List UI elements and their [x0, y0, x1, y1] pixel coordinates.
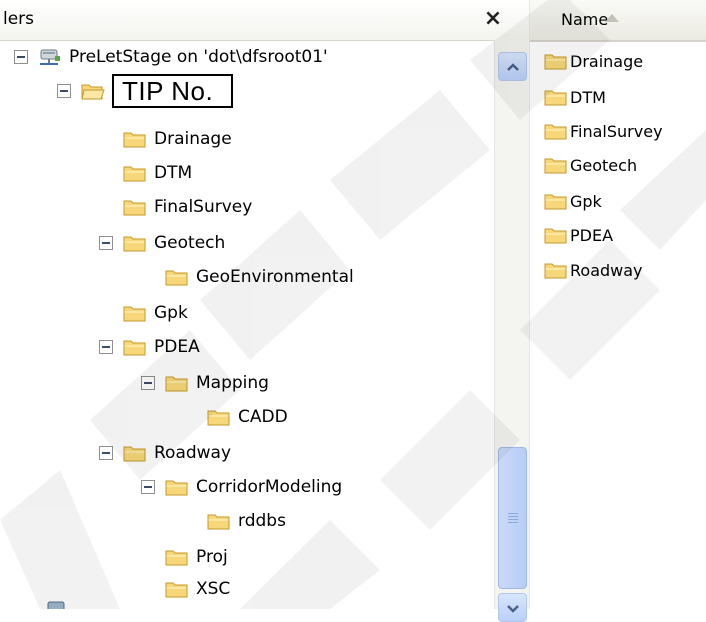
scroll-up-button[interactable] [498, 52, 527, 81]
name-column-header[interactable]: Name [530, 0, 706, 42]
tree-item-label: rddbs [238, 511, 286, 531]
folder-icon [123, 200, 146, 216]
collapse-icon[interactable] [57, 84, 71, 98]
sort-ascending-icon [605, 14, 619, 22]
folder-icon [207, 514, 230, 530]
tree-item-xsc[interactable]: XSC [165, 572, 230, 606]
list-item[interactable]: Gpk [544, 184, 602, 218]
tree-item-finalsurvey[interactable]: FinalSurvey [123, 190, 252, 224]
folder-icon [165, 582, 188, 598]
tree-item-gpk[interactable]: Gpk [123, 296, 188, 330]
list-item[interactable]: Geotech [544, 148, 637, 182]
list-item[interactable]: DTM [544, 80, 606, 114]
collapse-icon[interactable] [99, 446, 113, 460]
tree-item-label: Proj [196, 547, 228, 567]
tree-item-label: FinalSurvey [154, 197, 253, 217]
folder-icon [544, 54, 567, 70]
tree-item-label: PreLetStage on 'dot\dfsroot01' [69, 47, 328, 67]
tree-item-label: Drainage [154, 129, 232, 149]
tree-item-label: Gpk [154, 303, 188, 323]
file-list-pane: Name Drainage DTM FinalSurvey Geotech Gp… [529, 0, 706, 609]
tree-item-label: DTM [154, 163, 193, 183]
tree-item-label: Geotech [154, 233, 226, 253]
tree-item-proj[interactable]: Proj [165, 540, 228, 574]
tree-item-roadway[interactable]: Roadway [99, 436, 231, 470]
folder-icon [207, 410, 230, 426]
tree-item-geotech[interactable]: Geotech [99, 226, 225, 260]
list-item-label: Drainage [570, 51, 644, 71]
folder-icon [544, 228, 567, 244]
folders-pane: lers × PreLetStage on 'dot\dfsroot01' TI… [0, 0, 530, 622]
tree-item-label: Mapping [196, 373, 269, 393]
folder-tree: PreLetStage on 'dot\dfsroot01' TIP No. D… [0, 40, 494, 609]
folder-open-icon [81, 84, 105, 100]
list-item-label: DTM [570, 87, 606, 107]
tree-item-mapping[interactable]: Mapping [141, 366, 269, 400]
folder-icon [165, 550, 188, 566]
folder-icon [123, 236, 146, 252]
list-item[interactable]: PDEA [544, 218, 613, 252]
tree-item-label: CADD [238, 407, 288, 427]
chevron-up-icon [506, 62, 519, 71]
tree-item-drainage[interactable]: Drainage [123, 122, 232, 156]
chevron-down-icon [506, 604, 519, 613]
list-item-label: Roadway [570, 260, 643, 280]
tree-item-label: Roadway [154, 443, 232, 463]
folder-icon [544, 263, 567, 279]
collapse-icon[interactable] [99, 340, 113, 354]
list-item-label: Geotech [570, 155, 638, 175]
tree-item-label: XSC [196, 579, 231, 599]
tree-item-pdea[interactable]: PDEA [99, 330, 200, 364]
list-item-label: PDEA [570, 225, 614, 245]
name-column-label: Name [561, 10, 609, 29]
tree-item-geoenvironmental[interactable]: GeoEnvironmental [165, 260, 354, 294]
tree-item-dtm[interactable]: DTM [123, 156, 192, 190]
network-drive-icon [47, 601, 65, 609]
tree-item-label: CorridorModeling [196, 477, 343, 497]
tree-item-rddbs[interactable]: rddbs [207, 504, 286, 538]
folder-icon [123, 166, 146, 182]
tree-scrollbar[interactable] [494, 40, 530, 622]
close-button[interactable]: × [479, 5, 507, 33]
tree-item-corridormodeling[interactable]: CorridorModeling [141, 470, 342, 504]
network-drive-icon [40, 49, 60, 65]
tree-item-root[interactable]: PreLetStage on 'dot\dfsroot01' [14, 40, 328, 74]
folders-pane-title: lers [3, 9, 35, 29]
collapse-icon[interactable] [14, 50, 28, 64]
folder-icon [123, 446, 146, 462]
folder-icon [123, 306, 146, 322]
collapse-icon[interactable] [99, 236, 113, 250]
folder-icon [123, 340, 146, 356]
tree-item-cadd[interactable]: CADD [207, 400, 288, 434]
folder-icon [544, 124, 567, 140]
tree-item-label: PDEA [154, 337, 200, 357]
folders-pane-header: lers × [0, 0, 529, 41]
folder-icon [544, 90, 567, 106]
scroll-down-button[interactable] [498, 593, 527, 622]
list-item-label: FinalSurvey [570, 121, 663, 141]
tree-item-label: GeoEnvironmental [196, 267, 354, 287]
list-item[interactable]: Drainage [544, 44, 643, 78]
folder-icon [165, 376, 188, 392]
list-item-label: Gpk [570, 191, 602, 211]
folder-icon [123, 132, 146, 148]
scroll-thumb[interactable] [498, 447, 527, 589]
collapse-icon[interactable] [141, 480, 155, 494]
folder-icon [165, 480, 188, 496]
tip-number-label: TIP No. [112, 74, 234, 108]
collapse-icon[interactable] [141, 376, 155, 390]
folder-icon [544, 158, 567, 174]
tree-item-tip-no[interactable]: TIP No. [57, 74, 234, 108]
list-item[interactable]: Roadway [544, 253, 643, 287]
list-item[interactable]: FinalSurvey [544, 114, 663, 148]
folder-icon [544, 194, 567, 210]
folder-icon [165, 270, 188, 286]
